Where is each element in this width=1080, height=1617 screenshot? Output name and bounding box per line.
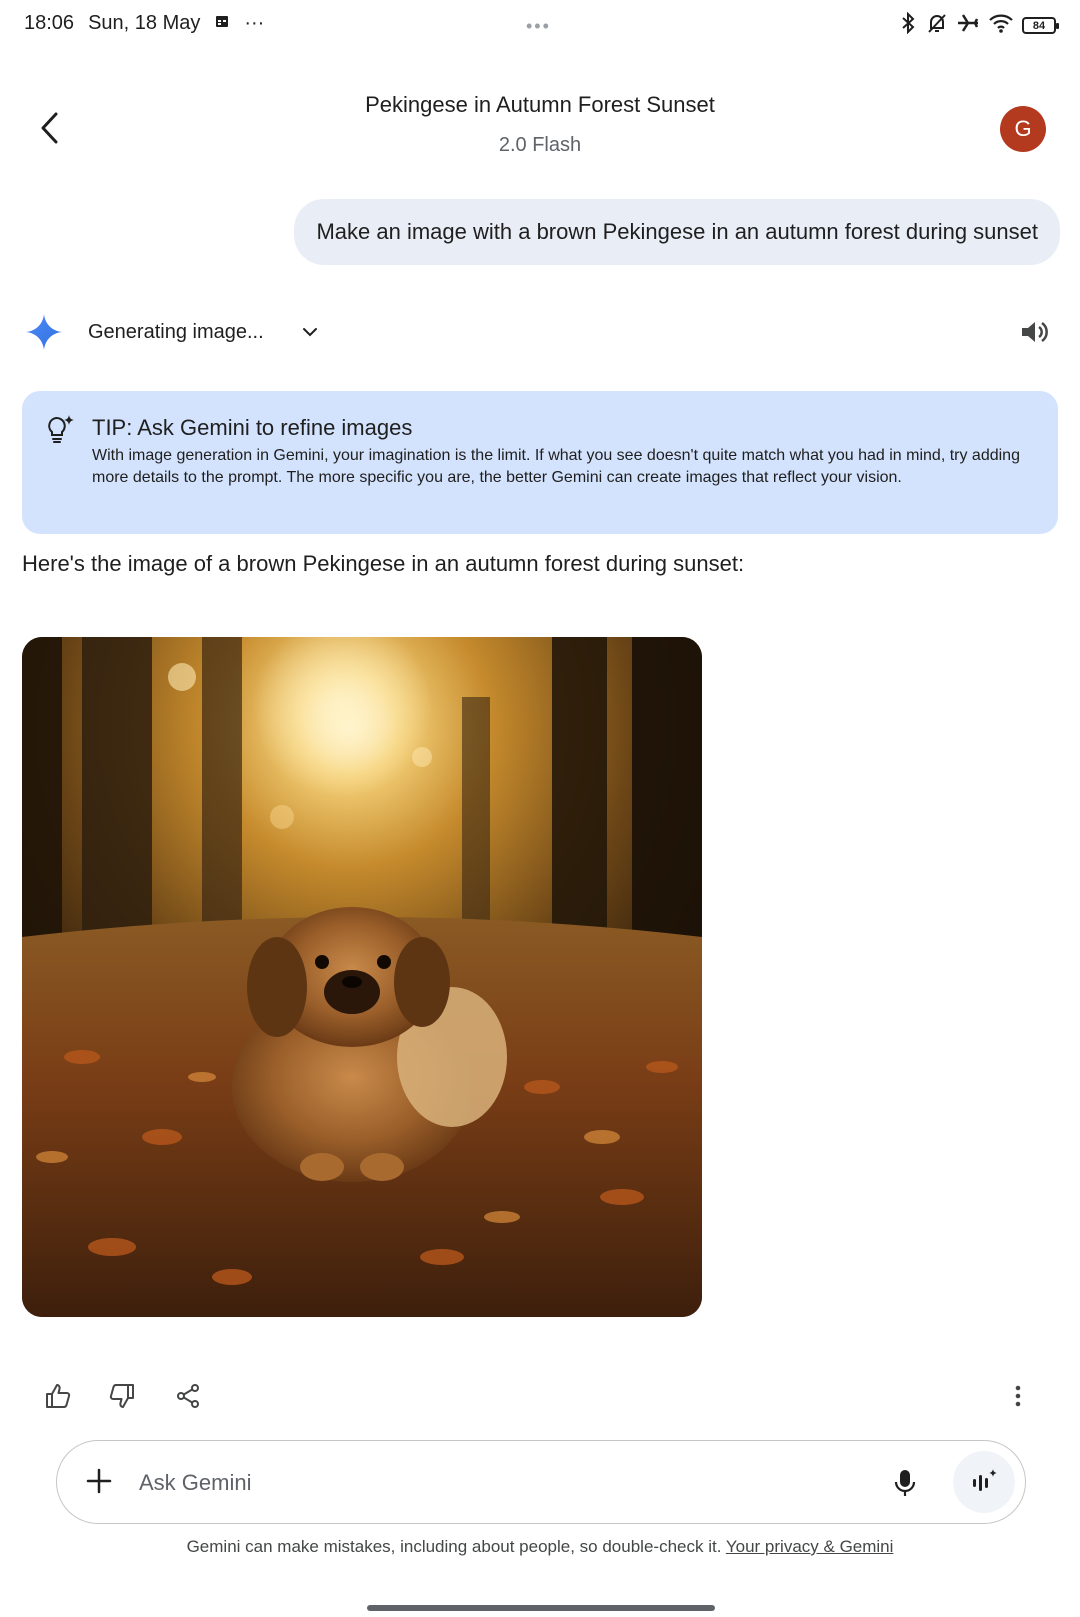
generating-status: Generating image... <box>88 320 264 343</box>
tip-card: TIP: Ask Gemini to refine images With im… <box>22 391 1058 534</box>
disclaimer: Gemini can make mistakes, including abou… <box>0 1537 1080 1557</box>
status-bar: 18:06 Sun, 18 May ··· ••• 84 <box>0 0 1080 50</box>
status-overflow: ··· <box>244 12 265 34</box>
microphone-button[interactable] <box>885 1463 925 1503</box>
model-selector[interactable]: 2.0 Flash <box>0 134 1080 157</box>
wifi-icon <box>988 12 1014 39</box>
battery-icon: 84 <box>1022 17 1059 34</box>
avatar[interactable]: G <box>1000 106 1046 152</box>
plus-icon <box>86 1468 112 1494</box>
disclaimer-text: Gemini can make mistakes, including abou… <box>186 1537 722 1556</box>
airplane-icon <box>956 12 980 39</box>
more-options-button[interactable] <box>1000 1378 1036 1414</box>
thumbs-up-icon <box>46 1384 71 1408</box>
response-header: Generating image... <box>24 310 1060 354</box>
thumbs-down-button[interactable] <box>104 1378 140 1414</box>
tip-body: With image generation in Gemini, your im… <box>92 447 1020 486</box>
status-time: 18:06 <box>24 12 75 34</box>
thumbs-down-icon <box>109 1384 134 1408</box>
speaker-icon[interactable] <box>1018 316 1050 348</box>
generated-image[interactable] <box>22 637 702 1317</box>
thumbs-up-button[interactable] <box>40 1378 76 1414</box>
gemini-live-button[interactable] <box>953 1451 1015 1513</box>
lightbulb-sparkle-icon <box>48 415 74 443</box>
gemini-sparkle-icon <box>26 314 62 350</box>
share-icon <box>177 1384 199 1408</box>
bluetooth-icon <box>898 11 918 39</box>
response-actions <box>40 1378 1040 1418</box>
chat-header: Pekingese in Autumn Forest Sunset 2.0 Fl… <box>0 80 1080 180</box>
status-date: Sun, 18 May <box>88 12 201 34</box>
share-button[interactable] <box>170 1378 206 1414</box>
home-indicator[interactable] <box>367 1605 715 1611</box>
tip-title: TIP: Ask Gemini to refine images <box>92 415 413 440</box>
chevron-down-icon[interactable] <box>300 322 320 342</box>
live-waveform-icon <box>973 1469 997 1491</box>
more-vertical-icon <box>1015 1385 1021 1407</box>
user-prompt-bubble: Make an image with a brown Pekingese in … <box>294 199 1060 265</box>
multitask-dots-icon[interactable]: ••• <box>526 16 551 37</box>
add-button[interactable] <box>79 1461 119 1501</box>
prompt-input-bar <box>56 1440 1026 1524</box>
privacy-link[interactable]: Your privacy & Gemini <box>726 1537 894 1556</box>
bell-off-icon <box>926 12 948 39</box>
response-text: Here's the image of a brown Pekingese in… <box>22 551 745 576</box>
chat-title[interactable]: Pekingese in Autumn Forest Sunset <box>0 92 1080 118</box>
microphone-icon <box>894 1470 916 1496</box>
calendar-icon <box>214 12 230 35</box>
ask-gemini-input[interactable] <box>139 1463 759 1503</box>
